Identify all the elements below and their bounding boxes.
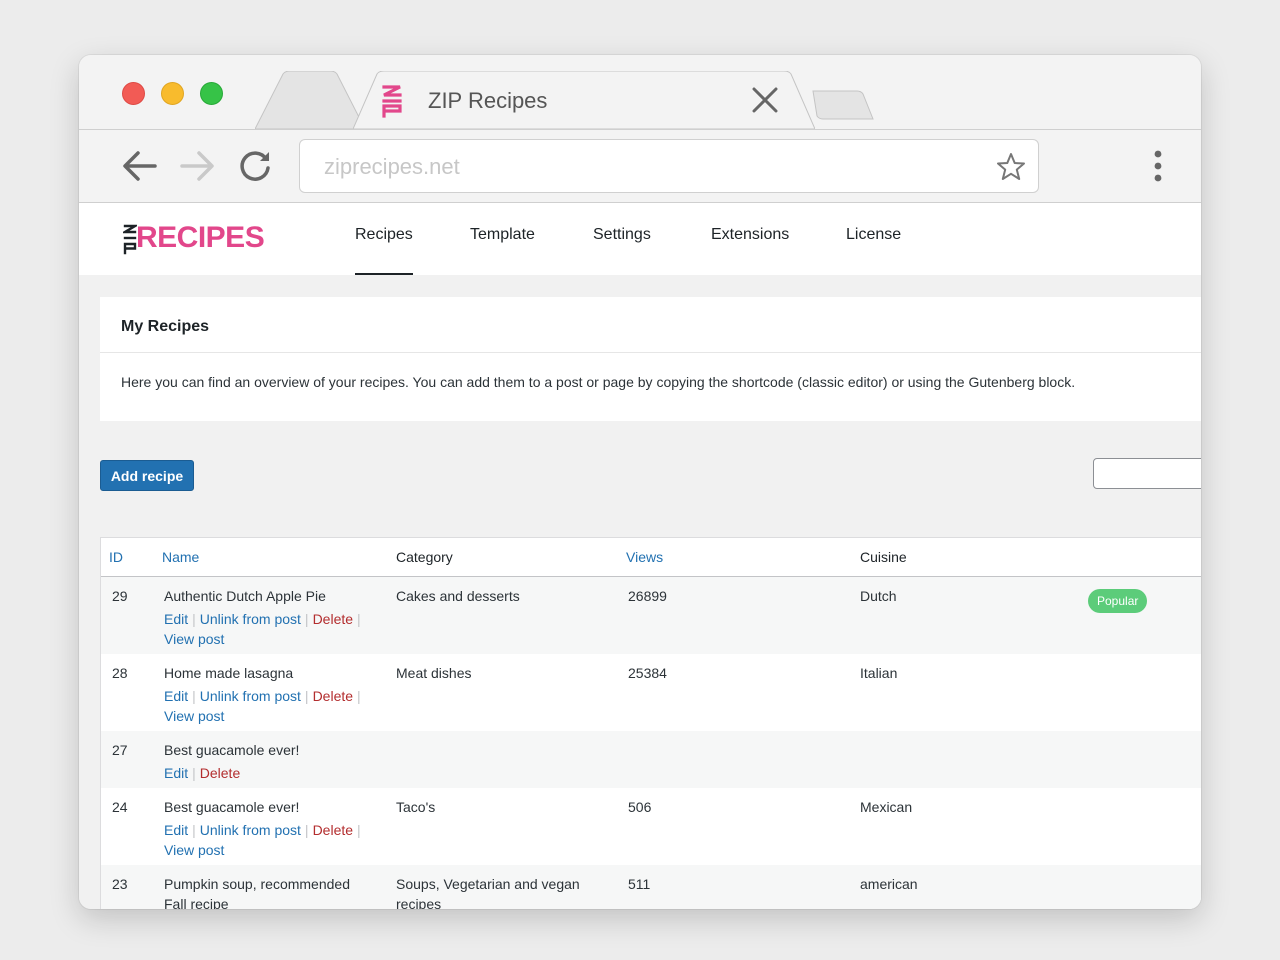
search-input[interactable]: [1093, 458, 1201, 489]
tab-recipes[interactable]: Recipes: [355, 226, 413, 275]
recipe-views: 511: [628, 876, 651, 892]
recipe-name: Authentic Dutch Apple Pie: [164, 588, 326, 604]
delete-link[interactable]: Delete: [313, 611, 353, 627]
plugin-header: RECIPES Recipes Template Settings Extens…: [79, 203, 1201, 275]
my-recipes-panel: My Recipes Here you can find an overview…: [100, 297, 1201, 421]
recipe-id: 29: [112, 588, 128, 604]
row-actions: Edit | Unlink from post | Delete | View post: [164, 688, 361, 724]
bookmark-star-icon[interactable]: [996, 152, 1026, 182]
recipe-id: 28: [112, 665, 128, 681]
minimize-window-button[interactable]: [161, 82, 184, 105]
back-arrow-icon[interactable]: [121, 148, 159, 184]
edit-link[interactable]: Edit: [164, 611, 188, 627]
new-tab-button[interactable]: [807, 89, 875, 121]
popular-badge: Popular: [1088, 589, 1148, 613]
forward-arrow-icon[interactable]: [178, 148, 216, 184]
recipe-category: Cakes and desserts: [396, 588, 520, 604]
tab-template[interactable]: Template: [470, 226, 535, 275]
table-row: 29 Authentic Dutch Apple Pie Edit | Unlink…: [101, 577, 1201, 654]
recipe-name: Best guacamole ever!: [164, 799, 300, 815]
recipe-views: 26899: [628, 588, 667, 604]
recipe-name: Pumpkin soup, recommended Fall recipe: [164, 876, 350, 909]
page-content: RECIPES Recipes Template Settings Extens…: [79, 203, 1201, 909]
delete-link[interactable]: Delete: [313, 822, 353, 838]
view-post-link[interactable]: View post: [164, 708, 224, 724]
kebab-menu-icon[interactable]: [1143, 148, 1173, 184]
close-tab-icon[interactable]: [750, 85, 780, 115]
tab-strip: ZIP Recipes: [79, 55, 1201, 130]
column-header-category: Category: [396, 549, 453, 565]
recipe-id: 23: [112, 876, 128, 892]
zip-favicon-icon: [382, 85, 402, 118]
unlink-from-post-link[interactable]: Unlink from post: [200, 611, 301, 627]
table-header: ID Name Category Views Cuisine: [101, 538, 1201, 577]
column-header-id[interactable]: ID: [109, 549, 123, 565]
table-row: 27 Best guacamole ever! Edit | Delete: [101, 731, 1201, 788]
recipe-name: Home made lasagna: [164, 665, 294, 681]
recipe-id: 27: [112, 742, 128, 758]
recipe-category: Soups, Vegetarian and vegan recipes: [396, 876, 580, 909]
browser-toolbar: [79, 130, 1201, 203]
recipe-cuisine: Dutch: [860, 588, 897, 604]
column-header-name[interactable]: Name: [162, 549, 199, 565]
table-row: 24 Best guacamole ever! Edit | Unlink from…: [101, 788, 1201, 865]
recipe-views: 506: [628, 799, 652, 815]
table-row: 23 Pumpkin soup, recommended Fall recipe…: [101, 865, 1201, 909]
tab-extensions[interactable]: Extensions: [711, 226, 789, 275]
unlink-from-post-link[interactable]: Unlink from post: [200, 688, 301, 704]
table-row: 28 Home made lasagna Edit | Unlink from po…: [101, 654, 1201, 731]
recipe-category: Taco's: [396, 799, 436, 815]
logo-text: RECIPES: [136, 221, 265, 254]
inactive-tab[interactable]: [255, 71, 365, 129]
recipe-cuisine: american: [860, 876, 918, 892]
divider: [100, 352, 1201, 353]
close-window-button[interactable]: [122, 82, 145, 105]
unlink-from-post-link[interactable]: Unlink from post: [200, 822, 301, 838]
view-post-link[interactable]: View post: [164, 631, 224, 647]
recipe-id: 24: [112, 799, 128, 815]
edit-link[interactable]: Edit: [164, 765, 188, 781]
column-header-views[interactable]: Views: [626, 549, 663, 565]
edit-link[interactable]: Edit: [164, 688, 188, 704]
browser-window: ZIP Recipes ziprecipes.net RECIPES Recip…: [79, 55, 1201, 909]
recipe-name: Best guacamole ever!: [164, 742, 300, 758]
address-input[interactable]: [322, 152, 966, 182]
recipe-cuisine: Mexican: [860, 799, 913, 815]
tab-settings[interactable]: Settings: [593, 226, 651, 275]
row-actions: Edit | Unlink from post | Delete | View post: [164, 611, 361, 647]
address-bar[interactable]: [299, 139, 1039, 193]
tab-license[interactable]: License: [846, 226, 901, 275]
zip-logo-mark-icon: [123, 224, 137, 255]
tab-title: ZIP Recipes: [428, 88, 548, 113]
reload-icon[interactable]: [236, 148, 274, 184]
maximize-window-button[interactable]: [200, 82, 223, 105]
row-actions: Edit | Delete: [164, 765, 241, 781]
view-post-link[interactable]: View post: [164, 842, 224, 858]
panel-description: Here you can find an overview of your re…: [121, 374, 1076, 390]
active-tab[interactable]: [353, 71, 815, 129]
delete-link[interactable]: Delete: [313, 688, 353, 704]
add-recipe-button[interactable]: Add recipe: [100, 460, 194, 491]
edit-link[interactable]: Edit: [164, 822, 188, 838]
recipe-category: Meat dishes: [396, 665, 472, 681]
row-actions: Edit | Unlink from post | Delete | View post: [164, 822, 361, 858]
recipe-cuisine: Italian: [860, 665, 898, 681]
delete-link[interactable]: Delete: [200, 765, 240, 781]
page-title: My Recipes: [121, 318, 210, 335]
recipes-table: ID Name Category Views Cuisine 29 Authen…: [100, 537, 1201, 909]
column-header-cuisine: Cuisine: [860, 549, 907, 565]
recipe-views: 25384: [628, 665, 667, 681]
